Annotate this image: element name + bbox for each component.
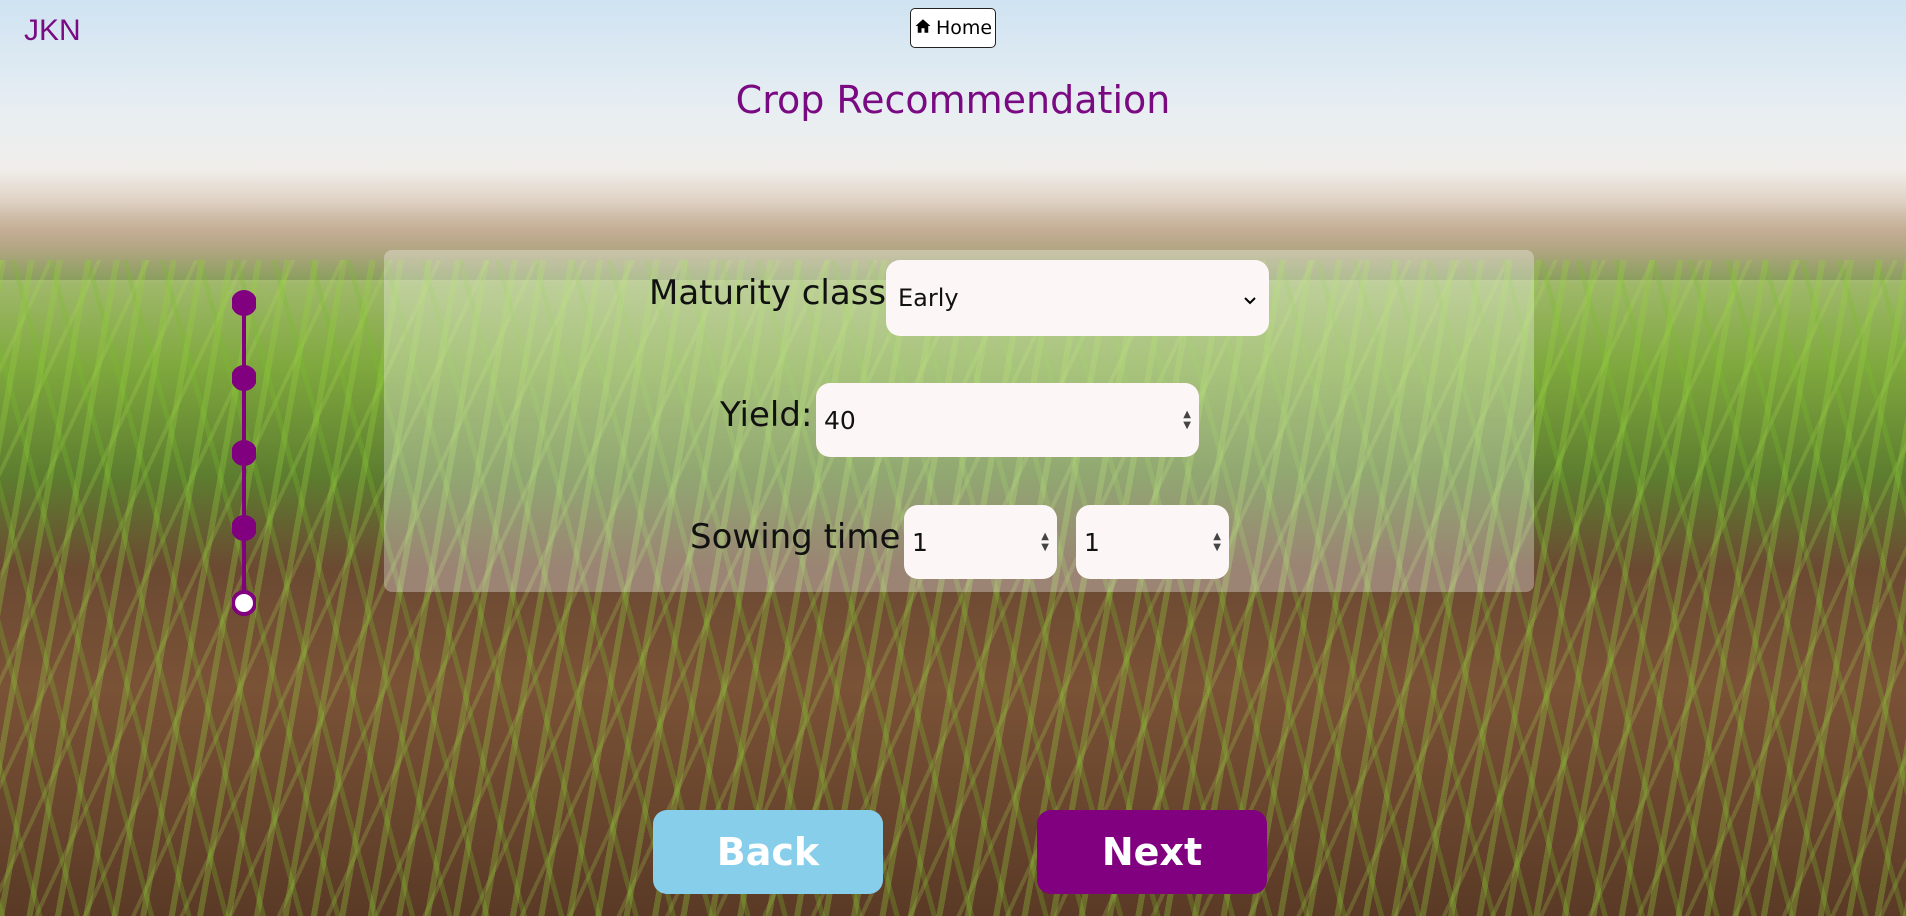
chevron-down-icon bbox=[1243, 284, 1257, 312]
next-button[interactable]: Next bbox=[1037, 810, 1267, 894]
yield-value: 40 bbox=[824, 405, 856, 435]
back-button[interactable]: Back bbox=[653, 810, 883, 894]
step-dot-1 bbox=[232, 290, 256, 316]
maturity-class-select[interactable]: Early bbox=[886, 260, 1269, 336]
step-dot-5-current bbox=[232, 590, 256, 616]
sowing-time-spinner-2-icon[interactable]: ▲ ▼ bbox=[1213, 531, 1221, 553]
brand-logo[interactable]: JKN bbox=[24, 14, 81, 48]
maturity-class-label: Maturity class: bbox=[649, 273, 898, 313]
yield-input[interactable]: 40 ▲ ▼ bbox=[816, 383, 1199, 457]
sowing-time-input-1[interactable]: 1 ▲ ▼ bbox=[904, 505, 1057, 579]
step-dot-2 bbox=[232, 365, 256, 391]
sowing-time-input-2[interactable]: 1 ▲ ▼ bbox=[1076, 505, 1229, 579]
progress-stepper bbox=[232, 290, 256, 616]
home-label: Home bbox=[935, 17, 993, 39]
home-button[interactable]: Home bbox=[910, 8, 996, 48]
sowing-time-value-2: 1 bbox=[1084, 527, 1100, 557]
yield-spinner-icon[interactable]: ▲ ▼ bbox=[1183, 409, 1191, 431]
home-icon bbox=[914, 17, 932, 40]
sowing-time-spinner-1-icon[interactable]: ▲ ▼ bbox=[1041, 531, 1049, 553]
sowing-time-value-1: 1 bbox=[912, 527, 928, 557]
step-dot-4 bbox=[232, 515, 256, 541]
step-dot-3 bbox=[232, 440, 256, 466]
yield-label: Yield: bbox=[720, 395, 813, 435]
maturity-class-value: Early bbox=[898, 284, 959, 312]
sowing-time-label: Sowing time: bbox=[690, 517, 912, 557]
page-title: Crop Recommendation bbox=[735, 78, 1171, 122]
